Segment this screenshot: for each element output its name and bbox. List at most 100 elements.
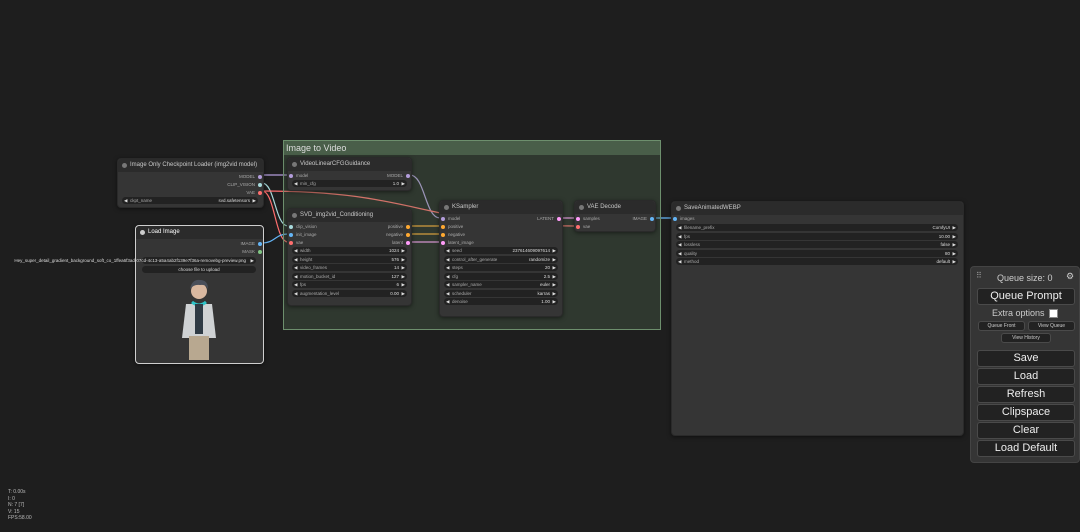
arrow-right-icon[interactable]: ▶ <box>402 281 405 288</box>
node-title[interactable]: SaveAnimatedWEBP <box>672 202 963 215</box>
arrow-right-icon[interactable]: ▶ <box>553 264 556 271</box>
view-queue-button[interactable]: View Queue <box>1028 321 1075 331</box>
input-negative-socket[interactable] <box>441 233 445 237</box>
widget-sampler-name[interactable]: ◀ sampler_name euler ▶ <box>444 281 558 288</box>
arrow-right-icon[interactable]: ▶ <box>553 256 556 263</box>
arrow-right-icon[interactable]: ▶ <box>251 257 254 264</box>
output-latent-socket[interactable] <box>406 241 410 245</box>
arrow-right-icon[interactable]: ▶ <box>953 250 956 257</box>
input-model-socket[interactable] <box>441 217 445 221</box>
widget-steps[interactable]: ◀ steps 20 ▶ <box>444 264 558 271</box>
arrow-left-icon[interactable]: ◀ <box>294 281 297 288</box>
widget-motion-bucket-id[interactable]: ◀ motion_bucket_id 127 ▶ <box>292 272 407 280</box>
input-init-image-socket[interactable] <box>289 233 293 237</box>
input-images-socket[interactable] <box>673 217 677 221</box>
extra-options-checkbox[interactable] <box>1049 309 1058 318</box>
upload-button[interactable]: choose file to upload <box>142 266 256 273</box>
ckpt-name-combo[interactable]: ◀ ckpt_name svd.safetensors ▶ <box>122 197 258 204</box>
output-image-socket[interactable] <box>258 242 262 246</box>
widget-width[interactable]: ◀ width 1024 ▶ <box>292 247 407 254</box>
arrow-right-icon[interactable]: ▶ <box>553 290 556 297</box>
widget-method[interactable]: ◀ method default ▶ <box>676 258 958 265</box>
input-samples-socket[interactable] <box>576 217 580 221</box>
drag-handle-icon[interactable]: ⠿ <box>976 271 982 280</box>
widget-cfg[interactable]: ◀ cfg 2.5 ▶ <box>444 272 558 280</box>
arrow-left-icon[interactable]: ◀ <box>446 247 449 254</box>
refresh-button[interactable]: Refresh <box>977 386 1075 403</box>
arrow-left-icon[interactable]: ◀ <box>294 256 297 263</box>
save-button[interactable]: Save <box>977 350 1075 367</box>
arrow-left-icon[interactable]: ◀ <box>294 290 297 297</box>
node-title[interactable]: KSampler <box>440 201 562 214</box>
input-vae-socket[interactable] <box>576 225 580 229</box>
arrow-right-icon[interactable]: ▶ <box>402 247 405 254</box>
input-vae-socket[interactable] <box>289 241 293 245</box>
output-model-socket[interactable] <box>258 175 262 179</box>
arrow-right-icon[interactable]: ▶ <box>553 281 556 288</box>
arrow-left-icon[interactable]: ◀ <box>678 241 681 248</box>
widget-video-frames[interactable]: ◀ video_frames 14 ▶ <box>292 264 407 271</box>
arrow-left-icon[interactable]: ◀ <box>446 290 449 297</box>
widget-filename-prefix[interactable]: ◀ filename_prefix ComfyUI ▶ <box>676 224 958 231</box>
node-title[interactable]: VideoLinearCFGGuidance <box>288 158 411 171</box>
node-ksampler[interactable]: KSampler model positive negative latent_… <box>439 200 563 317</box>
arrow-left-icon[interactable]: ◀ <box>294 264 297 271</box>
node-title[interactable]: Image Only Checkpoint Loader (img2vid mo… <box>118 159 263 172</box>
output-mask-socket[interactable] <box>258 250 262 254</box>
arrow-right-icon[interactable]: ▶ <box>402 273 405 280</box>
collapse-dot-icon[interactable] <box>579 205 584 210</box>
node-title[interactable]: VAE Decode <box>575 201 655 214</box>
output-model-socket[interactable] <box>406 174 410 178</box>
output-negative-socket[interactable] <box>406 233 410 237</box>
widget-denoise[interactable]: ◀ denoise 1.00 ▶ <box>444 298 558 305</box>
arrow-left-icon[interactable]: ◀ <box>446 264 449 271</box>
arrow-left-icon[interactable]: ◀ <box>446 281 449 288</box>
arrow-left-icon[interactable]: ◀ <box>446 273 449 280</box>
arrow-right-icon[interactable]: ▶ <box>553 273 556 280</box>
output-image-socket[interactable] <box>650 217 654 221</box>
widget-height[interactable]: ◀ height 576 ▶ <box>292 255 407 263</box>
arrow-right-icon[interactable]: ▶ <box>253 197 256 204</box>
input-latent-socket[interactable] <box>441 241 445 245</box>
input-clip-vision-socket[interactable] <box>289 225 293 229</box>
arrow-right-icon[interactable]: ▶ <box>553 247 556 254</box>
arrow-left-icon[interactable]: ◀ <box>124 197 127 204</box>
node-title[interactable]: Load Image <box>136 226 263 239</box>
node-vae-decode[interactable]: VAE Decode samples vae IMAGE <box>574 200 656 232</box>
widget-augmentation-level[interactable]: ◀ augmentation_level 0.00 ▶ <box>292 289 407 297</box>
arrow-left-icon[interactable]: ◀ <box>678 250 681 257</box>
arrow-left-icon[interactable]: ◀ <box>678 258 681 265</box>
arrow-left-icon[interactable]: ◀ <box>678 233 681 240</box>
collapse-dot-icon[interactable] <box>676 206 681 211</box>
widget-quality[interactable]: ◀ quality 80 ▶ <box>676 249 958 257</box>
node-save-animated-webp[interactable]: SaveAnimatedWEBP images ◀ filename_prefix… <box>671 201 964 436</box>
queue-front-button[interactable]: Queue Front <box>978 321 1025 331</box>
min-cfg-number[interactable]: ◀ min_cfg 1.0 ▶ <box>292 180 407 187</box>
load-button[interactable]: Load <box>977 368 1075 385</box>
node-video-linear-cfg[interactable]: VideoLinearCFGGuidance model MODEL ◀ min… <box>287 157 412 191</box>
input-model-socket[interactable] <box>289 174 293 178</box>
arrow-right-icon[interactable]: ▶ <box>402 290 405 297</box>
load-default-button[interactable]: Load Default <box>977 440 1075 457</box>
arrow-right-icon[interactable]: ▶ <box>402 256 405 263</box>
settings-gear-icon[interactable]: ⚙ <box>1066 271 1074 282</box>
image-filename-combo[interactable]: Hey_super_detail_gradient_background_sof… <box>14 257 256 264</box>
arrow-right-icon[interactable]: ▶ <box>953 233 956 240</box>
node-title[interactable]: SVD_img2vid_Conditioning <box>288 209 411 222</box>
arrow-left-icon[interactable]: ◀ <box>446 298 449 305</box>
arrow-right-icon[interactable]: ▶ <box>953 241 956 248</box>
arrow-left-icon[interactable]: ◀ <box>294 180 297 187</box>
view-history-button[interactable]: View History <box>1001 333 1051 343</box>
node-load-image[interactable]: Load Image IMAGE MASK Hey_super_detail_g… <box>14 225 264 364</box>
arrow-left-icon[interactable]: ◀ <box>678 224 681 231</box>
collapse-dot-icon[interactable] <box>122 163 127 168</box>
arrow-left-icon[interactable]: ◀ <box>294 247 297 254</box>
node-svd-conditioning[interactable]: SVD_img2vid_Conditioning clip_vision ini… <box>287 208 412 306</box>
arrow-right-icon[interactable]: ▶ <box>953 258 956 265</box>
arrow-left-icon[interactable]: ◀ <box>446 256 449 263</box>
input-positive-socket[interactable] <box>441 225 445 229</box>
collapse-dot-icon[interactable] <box>140 230 145 235</box>
collapse-dot-icon[interactable] <box>444 205 449 210</box>
queue-prompt-button[interactable]: Queue Prompt <box>977 288 1075 305</box>
arrow-right-icon[interactable]: ▶ <box>953 224 956 231</box>
